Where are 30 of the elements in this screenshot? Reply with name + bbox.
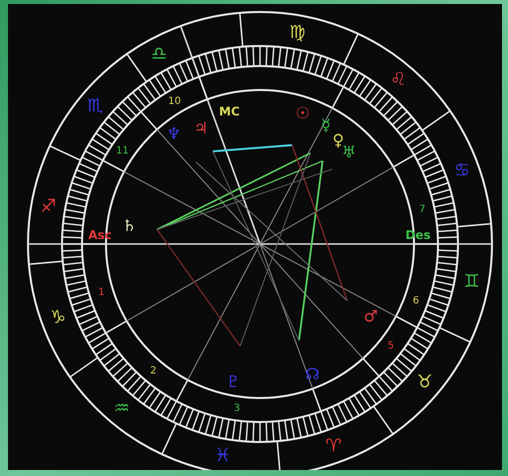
- house-number: 5: [388, 340, 394, 352]
- house-number: 7: [419, 204, 426, 215]
- zodiac-sign: ♓: [214, 445, 231, 466]
- zodiac-sign: ♋: [454, 160, 470, 181]
- zodiac-sign: ♌: [390, 68, 406, 90]
- planet-glyph: ♀: [332, 130, 344, 150]
- planet-glyph: ♂: [364, 306, 378, 326]
- house-number: 1: [98, 287, 104, 298]
- zodiac-sign: ♒: [114, 398, 130, 420]
- planet-glyph: ♄: [122, 216, 136, 236]
- planet-glyph: ☉: [295, 103, 310, 122]
- chart-angle-label: MC: [219, 104, 240, 118]
- house-number: 6: [412, 295, 420, 306]
- planet-glyph: ☿: [321, 116, 331, 135]
- planet-glyph: ♆: [166, 124, 181, 144]
- zodiac-sign: ♏: [87, 95, 104, 116]
- planet-glyph: ♇: [226, 372, 240, 391]
- zodiac-sign: ♊: [464, 270, 480, 292]
- zodiac-sign: ♐: [40, 196, 56, 218]
- zodiac-sign: ♑: [50, 307, 66, 328]
- house-number: 2: [150, 366, 156, 377]
- zodiac-sign: ♉: [416, 372, 433, 393]
- zodiac-sign: ♍: [289, 22, 306, 43]
- house-number: 10: [168, 96, 181, 108]
- planet-glyph: ♅: [342, 142, 356, 162]
- planet-glyph: ♃: [194, 118, 208, 138]
- zodiac-sign: ♎: [151, 44, 168, 65]
- zodiac-sign: ♈: [325, 436, 342, 457]
- house-number: 11: [116, 146, 129, 157]
- house-number: 3: [234, 402, 240, 414]
